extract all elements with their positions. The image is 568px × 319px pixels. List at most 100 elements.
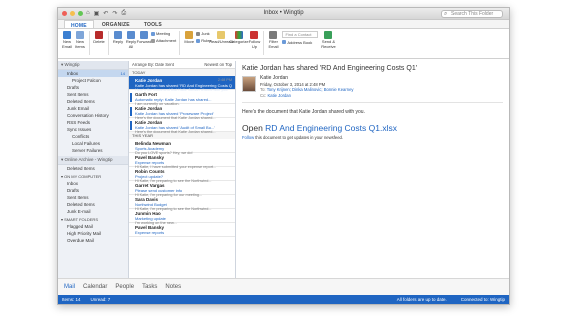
message-list-item[interactable]: Garth Fort Automatic reply: Katie Jordan … bbox=[129, 90, 235, 106]
folder-item[interactable]: Conflicts bbox=[58, 133, 128, 140]
sort-order-dropdown[interactable]: Newest on Top bbox=[204, 62, 232, 67]
message-list-item[interactable]: Katie Jordan Katie Jordan has shared 'RD … bbox=[129, 76, 235, 92]
folder-item[interactable]: Flagged Mail bbox=[58, 223, 128, 230]
meeting-button[interactable]: Meeting bbox=[151, 31, 176, 36]
arrange-by-dropdown[interactable]: Arrange By: Date Sent bbox=[132, 62, 174, 67]
folder-label: Drafts bbox=[67, 85, 80, 90]
nav-people[interactable]: People bbox=[115, 284, 134, 290]
folder-item[interactable]: Sent Items bbox=[58, 194, 128, 201]
message-list-item[interactable]: Robin Counts Project update? Hi Katie, I'm… bbox=[129, 167, 235, 183]
message-list-item[interactable]: Katie Jordan Katie Jordan has shared 'Pro… bbox=[129, 104, 235, 120]
read-unread-button[interactable]: Read/Unread bbox=[209, 31, 233, 45]
folder-label: High Priority Mail bbox=[67, 231, 102, 236]
move-button[interactable]: Move bbox=[183, 31, 195, 45]
folder-pane: ▾ Wingtip Inbox 14 Project Falcon Drafts Sen… bbox=[58, 61, 129, 278]
flag-icon bbox=[250, 31, 259, 39]
folder-label: RSS Feeds bbox=[67, 120, 91, 125]
message-list-item[interactable]: Garret Vargas Please send customer info Hi… bbox=[129, 181, 235, 197]
nav-tasks[interactable]: Tasks bbox=[142, 284, 157, 290]
folder-label: Deleted Items bbox=[67, 166, 95, 171]
search-input[interactable]: ⌕ Search This Folder bbox=[441, 10, 503, 18]
reply-all-button[interactable]: Reply All bbox=[125, 31, 137, 49]
send-receive-button[interactable]: Send & Receive bbox=[319, 31, 337, 49]
on-my-computer-header[interactable]: ▾ ON MY COMPUTER bbox=[58, 172, 128, 180]
nav-calendar[interactable]: Calendar bbox=[83, 284, 107, 290]
address-book-button[interactable]: Address Book bbox=[282, 40, 318, 45]
filter-email-button[interactable]: Filter Email bbox=[267, 31, 279, 49]
follow-link[interactable]: Follow bbox=[242, 135, 254, 140]
account-header[interactable]: ▾ Wingtip bbox=[58, 61, 128, 70]
message-list-item[interactable]: Junmin Hao Marketing update I'm working on… bbox=[129, 209, 235, 225]
folder-item[interactable]: Sent Items bbox=[58, 91, 128, 98]
categorize-icon bbox=[234, 31, 243, 39]
folder-item[interactable]: Overdue Mail bbox=[58, 237, 128, 244]
forward-button[interactable]: Forward bbox=[137, 31, 151, 45]
folder-label: Sync Issues bbox=[67, 127, 92, 132]
ribbon-divider bbox=[263, 31, 265, 55]
folder-item[interactable]: High Priority Mail bbox=[58, 230, 128, 237]
folder-item[interactable]: Inbox bbox=[58, 180, 128, 187]
message-list-item[interactable]: Belinda Newman Sports Academy Do you LOVE … bbox=[129, 139, 235, 155]
group-header-today[interactable]: TODAY bbox=[129, 69, 235, 76]
sender-avatar[interactable] bbox=[242, 76, 256, 92]
send-receive-icon bbox=[324, 31, 333, 39]
nav-mail[interactable]: Mail bbox=[64, 284, 75, 290]
junk-button[interactable]: Junk bbox=[196, 31, 211, 36]
categorize-button[interactable]: Categorize bbox=[229, 31, 249, 45]
header-divider bbox=[242, 102, 503, 103]
folder-item[interactable]: Conversation History bbox=[58, 112, 128, 119]
to-recipients[interactable]: Tony Krijnen; Dinka Malinovic; Bonnie Ke… bbox=[267, 87, 354, 92]
archive-folder-list: Deleted Items bbox=[58, 165, 128, 172]
folder-label: Server Failures bbox=[72, 148, 103, 153]
folder-item[interactable]: Deleted Items bbox=[58, 98, 128, 105]
message-list-item[interactable]: Katie Jordan Katie Jordan has shared 'Aud… bbox=[129, 118, 235, 134]
folder-unread-count: 14 bbox=[120, 71, 125, 76]
computer-folder-list: Inbox Drafts Sent Items Deleted Items Junk E… bbox=[58, 180, 128, 215]
new-email-button[interactable]: New Email bbox=[61, 31, 73, 49]
folder-item[interactable]: Project Falcon bbox=[58, 77, 128, 84]
tab-home[interactable]: HOME bbox=[64, 20, 94, 29]
ribbon-divider bbox=[108, 31, 109, 55]
folder-item[interactable]: RSS Feeds bbox=[58, 119, 128, 126]
tab-tools[interactable]: TOOLS bbox=[138, 20, 168, 28]
folder-label: Sent Items bbox=[67, 92, 89, 97]
today-message-group: Katie Jordan Katie Jordan has shared 'RD … bbox=[129, 76, 235, 134]
folder-item[interactable]: Local Failures bbox=[58, 140, 128, 147]
message-list-item[interactable]: Sara Davis Northwind Budget Hi Katie, I'm … bbox=[129, 195, 235, 211]
cc-recipients[interactable]: Katie Jordan bbox=[267, 93, 291, 98]
open-document-line: Open RD And Engineering Costs Q1.xlsx bbox=[242, 123, 503, 133]
categorize-label: Categorize bbox=[229, 39, 249, 44]
archive-header[interactable]: ▾ Online Archive - Wingtip bbox=[58, 156, 128, 165]
read-unread-icon bbox=[216, 31, 225, 39]
message-list-item[interactable]: Pavel Bansky Expense reports Hi Katie, I h… bbox=[129, 153, 235, 169]
tab-organize[interactable]: ORGANIZE bbox=[96, 20, 136, 28]
ribbon-toolbar: New Email New Items Delete Reply Reply A… bbox=[58, 29, 509, 59]
reply-all-icon bbox=[127, 31, 135, 39]
folder-list: Inbox 14 Project Falcon Drafts Sent Items Del… bbox=[58, 70, 128, 154]
new-items-button[interactable]: New Items bbox=[74, 31, 86, 49]
delete-button[interactable]: Delete bbox=[93, 31, 105, 45]
message-list-item[interactable]: Pavel Bansky Expense reports bbox=[129, 223, 235, 237]
folder-item[interactable]: Deleted Items bbox=[58, 201, 128, 208]
folder-item[interactable]: Drafts bbox=[58, 187, 128, 194]
status-unread-count: Unread: 7 bbox=[90, 297, 111, 302]
address-book-icon bbox=[282, 40, 287, 44]
junk-label: Junk bbox=[201, 31, 210, 36]
open-document-link[interactable]: RD And Engineering Costs Q1.xlsx bbox=[265, 123, 397, 133]
attachment-button[interactable]: Attachment bbox=[151, 38, 176, 43]
title-bar: ⌂ ▣ ↶ ↷ ⎙ Inbox • Wingtip ⌕ Search This … bbox=[58, 8, 509, 20]
follow-up-button[interactable]: Follow Up bbox=[248, 31, 260, 49]
folder-item[interactable]: Deleted Items bbox=[58, 165, 128, 172]
find-contact-input[interactable]: Find a Contact bbox=[282, 31, 319, 38]
folder-item[interactable]: Junk Email bbox=[58, 105, 128, 112]
smart-folders-header[interactable]: ▾ SMART FOLDERS bbox=[58, 215, 128, 223]
reply-button[interactable]: Reply bbox=[112, 31, 124, 45]
folder-item[interactable]: Junk E-mail bbox=[58, 208, 128, 215]
folder-item[interactable]: Sync Issues bbox=[58, 126, 128, 133]
nav-notes[interactable]: Notes bbox=[165, 284, 181, 290]
folder-item[interactable]: Server Failures bbox=[58, 147, 128, 154]
outlook-window: ⌂ ▣ ↶ ↷ ⎙ Inbox • Wingtip ⌕ Search This … bbox=[57, 7, 510, 305]
folder-item[interactable]: Inbox 14 bbox=[58, 70, 128, 77]
main-panes: ▾ Wingtip Inbox 14 Project Falcon Drafts Sen… bbox=[58, 61, 509, 278]
folder-item[interactable]: Drafts bbox=[58, 84, 128, 91]
